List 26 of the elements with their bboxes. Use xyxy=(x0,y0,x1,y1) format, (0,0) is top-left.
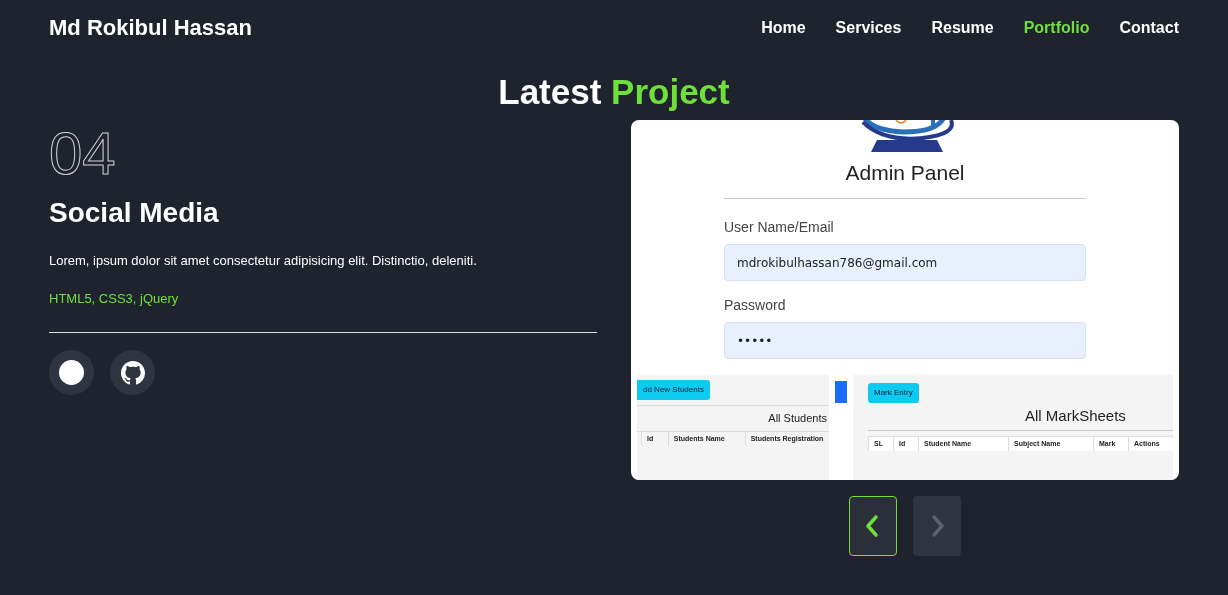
nav-link[interactable]: Contact xyxy=(1119,15,1179,40)
project-number: 04 xyxy=(49,124,117,185)
tab-bar xyxy=(835,381,847,404)
project-description: Lorem, ipsum dolor sit amet consectetur adipisicing elit. Distinctio, deleniti. xyxy=(49,252,478,271)
nav-link[interactable]: Resume xyxy=(931,15,994,40)
tech-list: HTML5, CSS3, jQuery xyxy=(49,288,597,309)
circle-icon xyxy=(59,360,84,386)
previous-button[interactable] xyxy=(849,496,897,557)
form-title: Admin Panel xyxy=(845,160,965,186)
site-brand[interactable]: Md Rokibul Hassan xyxy=(49,11,252,44)
input-field[interactable]: ••••• xyxy=(724,322,1086,360)
social-link-button[interactable] xyxy=(110,350,155,396)
table-title: All MarkSheets xyxy=(1025,406,1127,427)
project-title: Social Media xyxy=(49,198,220,230)
nav-link[interactable]: Portfolio xyxy=(1023,15,1090,40)
github-icon xyxy=(120,360,145,385)
field-label: Password xyxy=(724,296,787,316)
mark-entry-button[interactable]: Mark Entry xyxy=(868,383,919,404)
section-heading: Latest Project xyxy=(497,72,731,113)
table-title: All Students xyxy=(767,411,827,427)
social-link-button[interactable] xyxy=(49,350,94,396)
input-field[interactable]: mdrokibulhassan786@gmail.com xyxy=(724,244,1086,282)
nav-link[interactable]: Home xyxy=(761,15,806,40)
add-students-button[interactable]: dd New Students xyxy=(637,380,710,401)
field-label: User Name/Email xyxy=(724,218,835,238)
nav-link[interactable]: Services xyxy=(835,15,902,40)
